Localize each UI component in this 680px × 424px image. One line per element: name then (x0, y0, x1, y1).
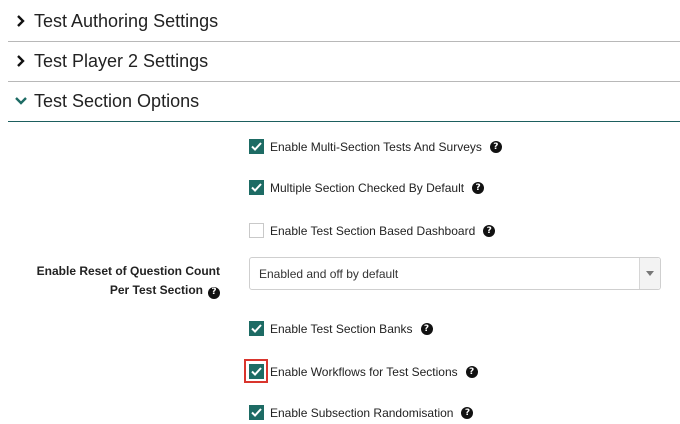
chevron-right-icon (14, 14, 28, 28)
focus-highlight (244, 359, 268, 383)
help-icon[interactable]: ? (461, 406, 474, 419)
caret-down-icon[interactable] (639, 258, 660, 289)
option-randomisation: Enable Subsection Randomisation ? (249, 405, 474, 420)
section-title: Test Authoring Settings (34, 10, 219, 31)
reset-count-label-line1: Enable Reset of Question Count (36, 264, 220, 278)
section-title: Test Section Options (34, 90, 200, 111)
option-label: Enable Multi-Section Tests And Surveys (270, 139, 482, 154)
reset-count-label-line2: Per Test Section? (24, 281, 220, 300)
reset-count-label: Enable Reset of Question Count Per Test … (24, 262, 220, 300)
option-label: Enable Subsection Randomisation (270, 405, 454, 420)
option-banks: Enable Test Section Banks ? (249, 321, 433, 336)
reset-count-select[interactable]: Enabled and off by default (249, 257, 661, 290)
checkbox-dashboard[interactable] (249, 223, 264, 238)
checkbox-randomisation[interactable] (249, 405, 264, 420)
section-header-test-authoring[interactable]: Test Authoring Settings (8, 8, 680, 34)
option-label: Enable Test Section Based Dashboard (270, 223, 476, 238)
divider (8, 41, 680, 42)
section-header-test-section-options[interactable]: Test Section Options (8, 88, 680, 114)
checkbox-banks[interactable] (249, 321, 264, 336)
select-value: Enabled and off by default (259, 266, 399, 281)
checkbox-multi-default[interactable] (249, 180, 264, 195)
option-workflows: Enable Workflows for Test Sections ? (249, 364, 478, 379)
section-title: Test Player 2 Settings (34, 50, 209, 71)
checkbox-multi-section[interactable] (249, 139, 264, 154)
reset-count-label-text: Per Test Section (109, 283, 203, 297)
help-icon[interactable]: ? (489, 140, 502, 153)
section-header-test-player-2[interactable]: Test Player 2 Settings (8, 48, 680, 74)
help-icon[interactable]: ? (465, 365, 478, 378)
help-icon[interactable]: ? (483, 224, 496, 237)
chevron-down-icon (14, 94, 28, 108)
divider (8, 81, 680, 82)
option-multi-default: Multiple Section Checked By Default ? (249, 180, 485, 195)
help-icon[interactable]: ? (208, 286, 220, 299)
option-label: Enable Test Section Banks (270, 321, 413, 336)
chevron-right-icon (14, 54, 28, 68)
option-multi-section: Enable Multi-Section Tests And Surveys ? (249, 139, 502, 154)
help-icon[interactable]: ? (420, 322, 433, 335)
help-icon[interactable]: ? (472, 181, 485, 194)
option-label: Enable Workflows for Test Sections (270, 364, 458, 379)
option-label: Multiple Section Checked By Default (270, 180, 465, 195)
option-dashboard: Enable Test Section Based Dashboard ? (249, 223, 496, 238)
divider-active (8, 121, 680, 122)
